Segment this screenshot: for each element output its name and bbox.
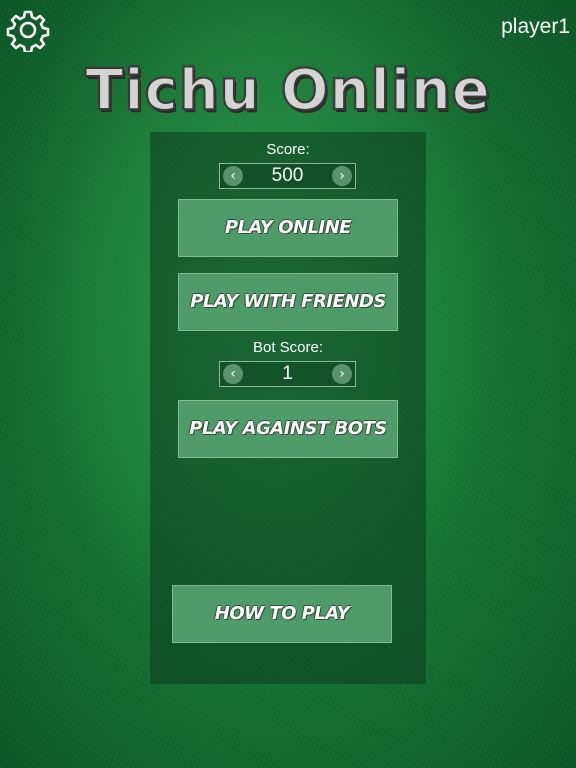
score-decrease-chevron-left-icon[interactable]: ‹ xyxy=(223,166,243,186)
how-to-play-button[interactable]: HOW TO PLAY xyxy=(172,585,392,643)
app-title: Tichu Online xyxy=(84,57,491,124)
score-increase-chevron-right-icon[interactable]: › xyxy=(332,166,352,186)
score-value: 500 xyxy=(271,165,304,186)
settings-gear-icon[interactable] xyxy=(6,8,50,54)
play-online-button[interactable]: PLAY ONLINE xyxy=(178,199,398,257)
score-label: Score: xyxy=(266,141,310,158)
play-against-bots-button[interactable]: PLAY AGAINST BOTS xyxy=(178,400,398,458)
bot-score-value: 1 xyxy=(282,363,293,384)
play-with-friends-button[interactable]: PLAY WITH FRIENDS xyxy=(178,273,398,331)
bot-score-decrease-chevron-left-icon[interactable]: ‹ xyxy=(223,364,243,384)
score-stepper: ‹ 500 › xyxy=(219,163,356,189)
bot-score-increase-chevron-right-icon[interactable]: › xyxy=(332,364,352,384)
username-label: player1 xyxy=(501,15,570,38)
bot-score-stepper: ‹ 1 › xyxy=(219,361,356,387)
bot-score-label: Bot Score: xyxy=(252,339,324,356)
